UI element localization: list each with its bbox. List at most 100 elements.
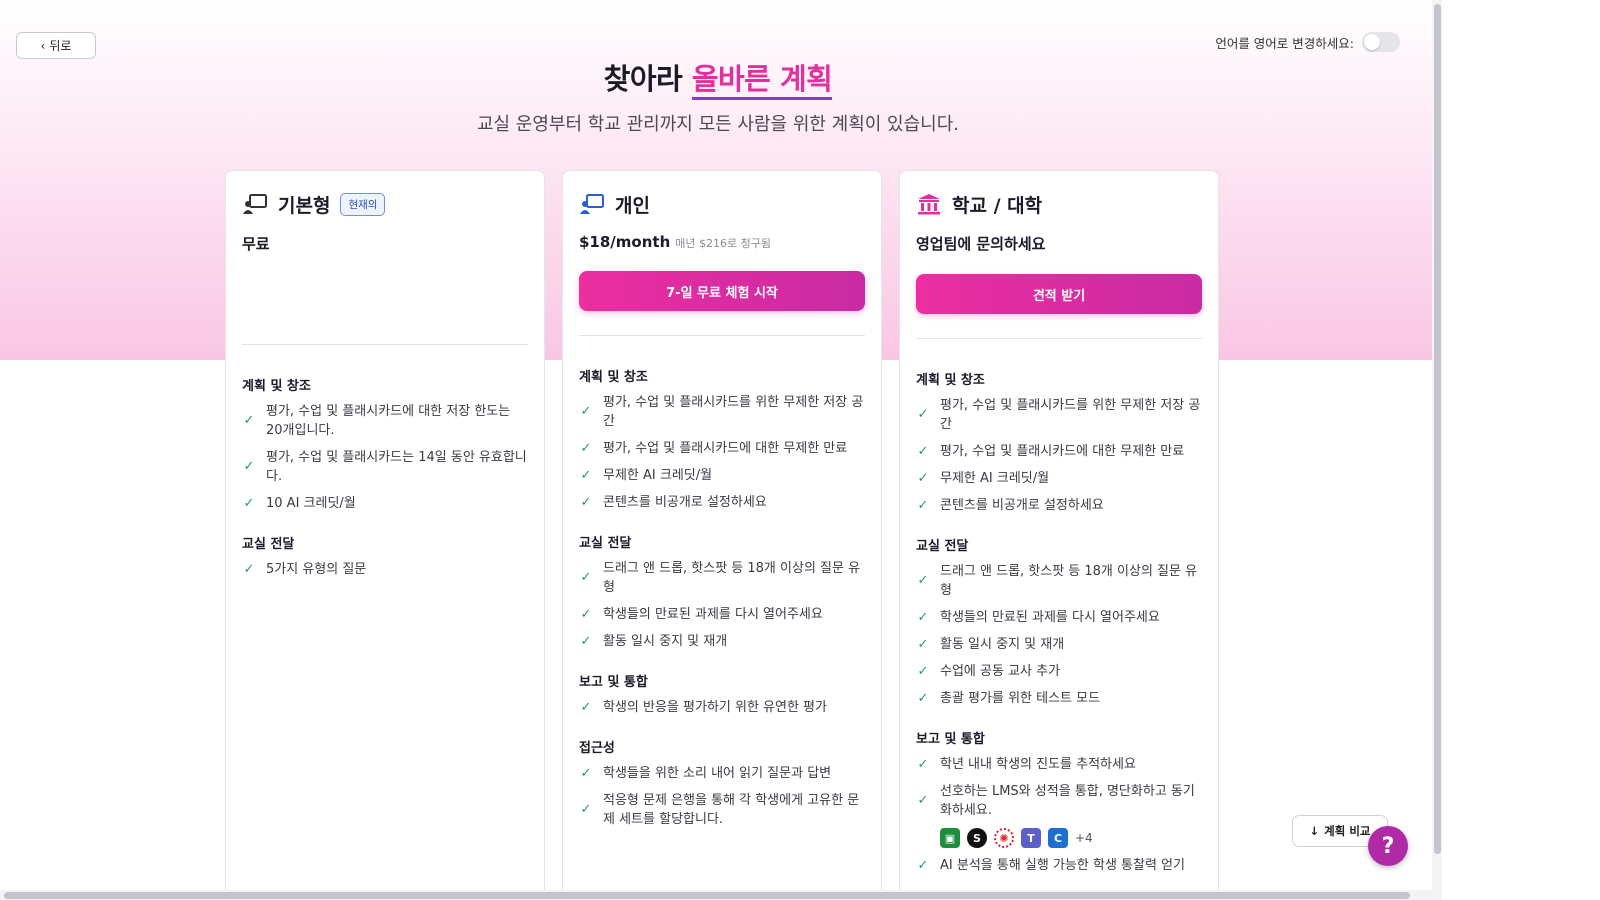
plan-header: 기본형 현재의 [242,189,528,219]
section-title: 보고 및 통합 [916,732,985,747]
plan-price: 무료 [242,233,528,254]
feature-text: 총괄 평가를 위한 테스트 모드 [940,691,1101,706]
feature-section: 계획 및 창조 ✓ 평가, 수업 및 플래시카드에 대한 저장 한도는 20개입니… [242,375,528,513]
section-title: 교실 전달 [916,539,969,554]
feature-text: 학생들의 만료된 과제를 다시 열어주세요 [603,607,823,622]
language-toggle-label: 언어를 영어로 변경하세요: [1215,35,1354,51]
horizontal-scrollbar[interactable] [0,890,1442,900]
feature-text: AI 분석을 통해 실행 가능한 학생 통찰력 얻기 [940,858,1185,873]
compare-plans-label: 계획 비교 [1324,824,1371,838]
plan-price-note: 매년 $216로 청구됨 [675,237,771,250]
check-icon: ✓ [580,802,592,817]
microsoft-teams-icon: T [1021,828,1041,848]
feature-text: 드래그 앤 드롭, 핫스팟 등 18개 이상의 질문 유형 [940,564,1198,598]
feature-text: 학생들을 위한 소리 내어 읽기 질문과 답변 [603,766,832,781]
check-icon: ✓ [580,765,592,781]
feature-item: ✓ 5가지 유형의 질문 [242,560,528,579]
page-subtitle: 교실 운영부터 학교 관리까지 모든 사람을 위한 계획이 있습니다. [476,114,960,135]
back-button[interactable]: ‹ 뒤로 [16,32,96,59]
plan-name: 학교 / 대학 [952,194,1043,217]
feature-item: ✓ 평가, 수업 및 플래시카드를 위한 무제한 저장 공간 [916,396,1202,434]
check-icon: ✓ [917,497,929,513]
check-icon: ✓ [580,494,592,510]
plan-card-basic: 기본형 현재의 무료 계획 및 창조 ✓ 평가, 수업 및 플래시카드에 대한 저… [225,170,545,900]
section-title: 접근성 [579,741,615,756]
scrollbar-thumb[interactable] [4,892,1410,899]
check-icon: ✓ [580,606,592,622]
feature-text: 평가, 수업 및 플래시카드를 위한 무제한 저장 공간 [603,395,864,429]
check-icon: ✓ [580,440,592,456]
feature-section: 보고 및 통합 ✓ 학년 내내 학생의 진도를 추적하세요 ✓ 선호하는 LMS와 … [916,728,1202,875]
plan-card-individual: 개인 $18/month 매년 $216로 청구됨 7-일 무료 체험 시작 계… [562,170,882,900]
feature-section: 보고 및 통합 ✓ 학생의 반응을 평가하기 위한 유연한 평가 [579,671,865,717]
feature-text: 평가, 수업 및 플래시카드를 위한 무제한 저장 공간 [940,398,1201,432]
google-classroom-icon: ▣ [940,828,960,848]
divider [916,338,1202,339]
plan-header: 개인 [579,189,865,219]
feature-text: 10 AI 크레딧/월 [266,496,356,511]
feature-item: ✓ 총괄 평가를 위한 테스트 모드 [916,689,1202,708]
more-integrations-count: +4 [1075,831,1093,845]
check-icon: ✓ [580,633,592,649]
check-icon: ✓ [917,407,929,422]
feature-item: ✓ 선호하는 LMS와 성적을 통합, 명단화하고 동기화하세요. [916,782,1202,820]
section-title: 계획 및 창조 [916,373,985,388]
feature-text: 무제한 AI 크레딧/월 [603,468,713,483]
vertical-scrollbar[interactable] [1432,0,1442,890]
feature-item: ✓ 수업에 공동 교사 추가 [916,662,1202,681]
current-plan-badge: 현재의 [340,192,386,216]
institution-icon [916,193,942,215]
help-button[interactable]: ? [1368,826,1408,866]
divider [242,344,528,345]
section-title: 교실 전달 [579,536,632,551]
plan-card-school: 학교 / 대학 영업팀에 문의하세요 견적 받기 계획 및 창조 ✓ 평가, 수업… [899,170,1219,900]
feature-item: ✓ 평가, 수업 및 플래시카드에 대한 무제한 만료 [916,442,1202,461]
section-title: 보고 및 통합 [579,675,648,690]
feature-item: ✓ 콘텐츠를 비공개로 설정하세요 [579,493,865,512]
feature-text: 평가, 수업 및 플래시카드는 14일 동안 유효합니다. [266,450,527,484]
plan-price: 영업팀에 문의하세요 [916,233,1202,254]
plan-price: $18/month 매년 $216로 청구됨 [579,233,865,251]
feature-item: ✓ 학생들의 만료된 과제를 다시 열어주세요 [916,608,1202,627]
page-title-highlight: 올바른 계획 [691,62,833,100]
plan-name: 기본형 [278,194,331,217]
check-icon: ✓ [917,756,929,772]
feature-text: 선호하는 LMS와 성적을 통합, 명단화하고 동기화하세요. [940,784,1195,818]
check-icon: ✓ [917,443,929,459]
feature-section: 교실 전달 ✓ 5가지 유형의 질문 [242,533,528,579]
start-trial-button[interactable]: 7-일 무료 체험 시작 [579,271,865,311]
feature-item: ✓ 학생의 반응을 평가하기 위한 유연한 평가 [579,698,865,717]
divider [579,335,865,336]
page-title: 찾아라 올바른 계획 [0,56,1436,100]
integration-icons: ▣ S ✺ T C +4 [940,828,1202,848]
feature-item: ✓ 활동 일시 중지 및 재개 [579,632,865,651]
feature-text: 적응형 문제 은행을 통해 각 학생에게 고유한 문제 세트를 할당합니다. [603,793,860,827]
teacher-board-blue-icon [579,193,605,215]
feature-item: ✓ 평가, 수업 및 플래시카드에 대한 저장 한도는 20개입니다. [242,402,528,440]
plan-price-value: 영업팀에 문의하세요 [916,235,1046,253]
feature-item: ✓ 학생들을 위한 소리 내어 읽기 질문과 답변 [579,764,865,783]
get-quote-button[interactable]: 견적 받기 [916,274,1202,314]
feature-section: 교실 전달 ✓ 드래그 앤 드롭, 핫스팟 등 18개 이상의 질문 유형 ✓ 학생… [579,532,865,651]
check-icon: ✓ [917,573,929,588]
empty-gutter [1442,0,1600,900]
feature-item: ✓ 드래그 앤 드롭, 핫스팟 등 18개 이상의 질문 유형 [916,562,1202,600]
feature-text: 학년 내내 학생의 진도를 추적하세요 [940,757,1136,772]
feature-item: ✓ 학생들의 만료된 과제를 다시 열어주세요 [579,605,865,624]
arrow-down-icon: ↓ [1309,824,1320,838]
check-icon: ✓ [917,857,929,873]
feature-item: ✓ 평가, 수업 및 플래시카드를 위한 무제한 저장 공간 [579,393,865,431]
chevron-left-icon: ‹ [40,38,46,53]
section-title: 교실 전달 [242,537,295,552]
scrollbar-thumb[interactable] [1434,4,1441,854]
canvas-icon: ✺ [994,828,1014,848]
check-icon: ✓ [917,470,929,486]
feature-text: 콘텐츠를 비공개로 설정하세요 [940,498,1104,513]
teacher-board-icon [242,193,268,215]
language-toggle[interactable] [1362,32,1400,52]
feature-item: ✓ 활동 일시 중지 및 재개 [916,635,1202,654]
feature-text: 평가, 수업 및 플래시카드에 대한 무제한 만료 [603,441,848,456]
check-icon: ✓ [580,467,592,483]
plan-name: 개인 [615,194,650,217]
feature-item: ✓ 학년 내내 학생의 진도를 추적하세요 [916,755,1202,774]
